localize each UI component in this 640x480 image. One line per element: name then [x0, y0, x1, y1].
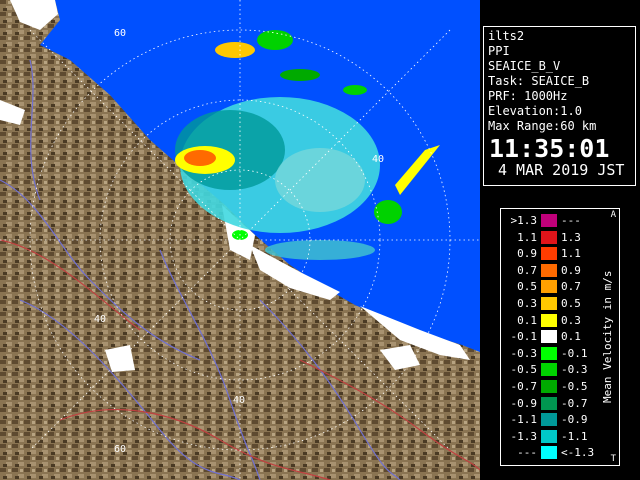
task-name: Task: SEAICE_B — [488, 74, 590, 88]
range-label-60-top: 60 — [114, 28, 126, 39]
legend-row: -0.7 -0.5 — [501, 380, 601, 393]
legend-lower-bound: 0.5 — [517, 280, 537, 294]
legend-row: 0.5 0.7 — [501, 280, 601, 294]
legend-color-swatch — [541, 263, 557, 277]
legend-row: 0.3 0.5 — [501, 297, 601, 310]
legend-row: -0.9 -0.7 — [501, 396, 601, 410]
elevation-value: Elevation:1.0 — [488, 104, 582, 118]
legend-upper-bound: -0.1 — [561, 346, 588, 360]
legend-color-swatch — [541, 396, 557, 410]
legend-lower-bound: --- — [517, 446, 537, 460]
legend-lower-bound: -0.1 — [510, 330, 538, 344]
legend-row: -1.1 -0.9 — [501, 413, 601, 427]
legend-color-swatch — [541, 380, 557, 393]
radar-display: 60 40 40 40 60 ilts2 PPI SEAICE_B_V Task… — [0, 0, 640, 480]
prf-value: PRF: 1000Hz — [488, 89, 568, 103]
legend-color-swatch — [541, 363, 557, 377]
legend-row: -0.1 0.1 — [501, 330, 601, 344]
product-type: PPI — [488, 44, 510, 58]
range-label-40-left: 40 — [94, 314, 106, 325]
range-label-40-right: 40 — [372, 154, 384, 165]
legend-lower-bound: -0.7 — [510, 380, 538, 393]
legend-color-swatch — [541, 413, 557, 427]
legend-upper-bound: <-1.3 — [561, 446, 595, 460]
legend-upper-bound: -0.5 — [561, 380, 588, 393]
legend-row: -1.3 -1.1 — [501, 429, 601, 443]
legend-upper-bound: -0.7 — [561, 396, 588, 410]
legend-color-swatch — [541, 297, 557, 310]
legend-row: 0.1 0.3 — [501, 313, 601, 327]
legend-row: 0.9 1.1 — [501, 247, 601, 261]
legend-row: >1.3 --- — [501, 214, 601, 227]
legend-color-swatch — [541, 429, 557, 443]
legend-lower-bound: -1.1 — [510, 413, 538, 427]
legend-upper-bound: -0.9 — [561, 413, 588, 427]
legend-lower-bound: 1.1 — [517, 230, 537, 244]
legend-upper-bound: --- — [561, 214, 581, 227]
legend-upper-bound: 0.3 — [561, 313, 581, 327]
legend-lower-bound: -0.3 — [510, 346, 538, 360]
legend-upper-bound: 0.7 — [561, 280, 581, 294]
legend-color-swatch — [541, 330, 557, 344]
legend-upper-bound: 1.1 — [561, 247, 581, 261]
legend-lower-bound: 0.7 — [517, 263, 537, 277]
legend-lower-bound: 0.1 — [517, 313, 537, 327]
legend-lower-bound: >1.3 — [510, 214, 538, 227]
legend-row: --- <-1.3 — [501, 446, 601, 460]
legend-color-swatch — [541, 214, 557, 227]
legend-color-swatch — [541, 247, 557, 261]
legend-lower-bound: -1.3 — [510, 429, 538, 443]
legend-upper-bound: -0.3 — [561, 363, 588, 377]
max-range-value: Max Range:60 km — [488, 119, 597, 133]
scan-name: SEAICE_B_V — [488, 59, 561, 73]
legend-color-swatch — [541, 346, 557, 360]
legend-row: 0.7 0.9 — [501, 263, 601, 277]
scan-info-box: ilts2 PPI SEAICE_B_V Task: SEAICE_B PRF:… — [483, 26, 636, 186]
legend-corner-bottom: T — [610, 454, 616, 464]
legend-lower-bound: -0.5 — [510, 363, 538, 377]
legend-upper-bound: 1.3 — [561, 230, 581, 244]
scan-date: 4 MAR 2019 JST — [498, 161, 625, 179]
range-label-40-bottom: 40 — [233, 395, 245, 406]
legend-upper-bound: 0.9 — [561, 263, 581, 277]
legend-upper-bound: -1.1 — [561, 429, 588, 443]
legend-row: 1.1 1.3 — [501, 230, 601, 244]
site-name: ilts2 — [488, 29, 525, 43]
legend-row: -0.3 -0.1 — [501, 346, 601, 360]
legend-lower-bound: -0.9 — [510, 396, 538, 410]
legend-color-swatch — [541, 446, 557, 460]
radar-ppi-map[interactable]: 60 40 40 40 60 — [0, 0, 480, 480]
legend-row: -0.5 -0.3 — [501, 363, 601, 377]
legend-upper-bound: 0.1 — [561, 330, 581, 344]
legend-color-swatch — [541, 230, 557, 244]
velocity-legend: >1.3 --- 1.1 1.3 0.9 1.1 0.7 0.9 0.5 0.7 0.3 0.5 0.1… — [500, 208, 620, 466]
legend-corner-top: A — [610, 210, 616, 220]
legend-upper-bound: 0.5 — [561, 297, 581, 310]
info-panel: ilts2 PPI SEAICE_B_V Task: SEAICE_B PRF:… — [480, 0, 640, 480]
legend-lower-bound: 0.3 — [517, 297, 537, 310]
legend-color-swatch — [541, 313, 557, 327]
legend-title: Mean Velocity in m/s — [601, 270, 614, 404]
legend-color-swatch — [541, 280, 557, 294]
scan-time: 11:35:01 — [489, 134, 610, 163]
range-label-60-bottom: 60 — [114, 444, 126, 455]
legend-lower-bound: 0.9 — [517, 247, 537, 261]
